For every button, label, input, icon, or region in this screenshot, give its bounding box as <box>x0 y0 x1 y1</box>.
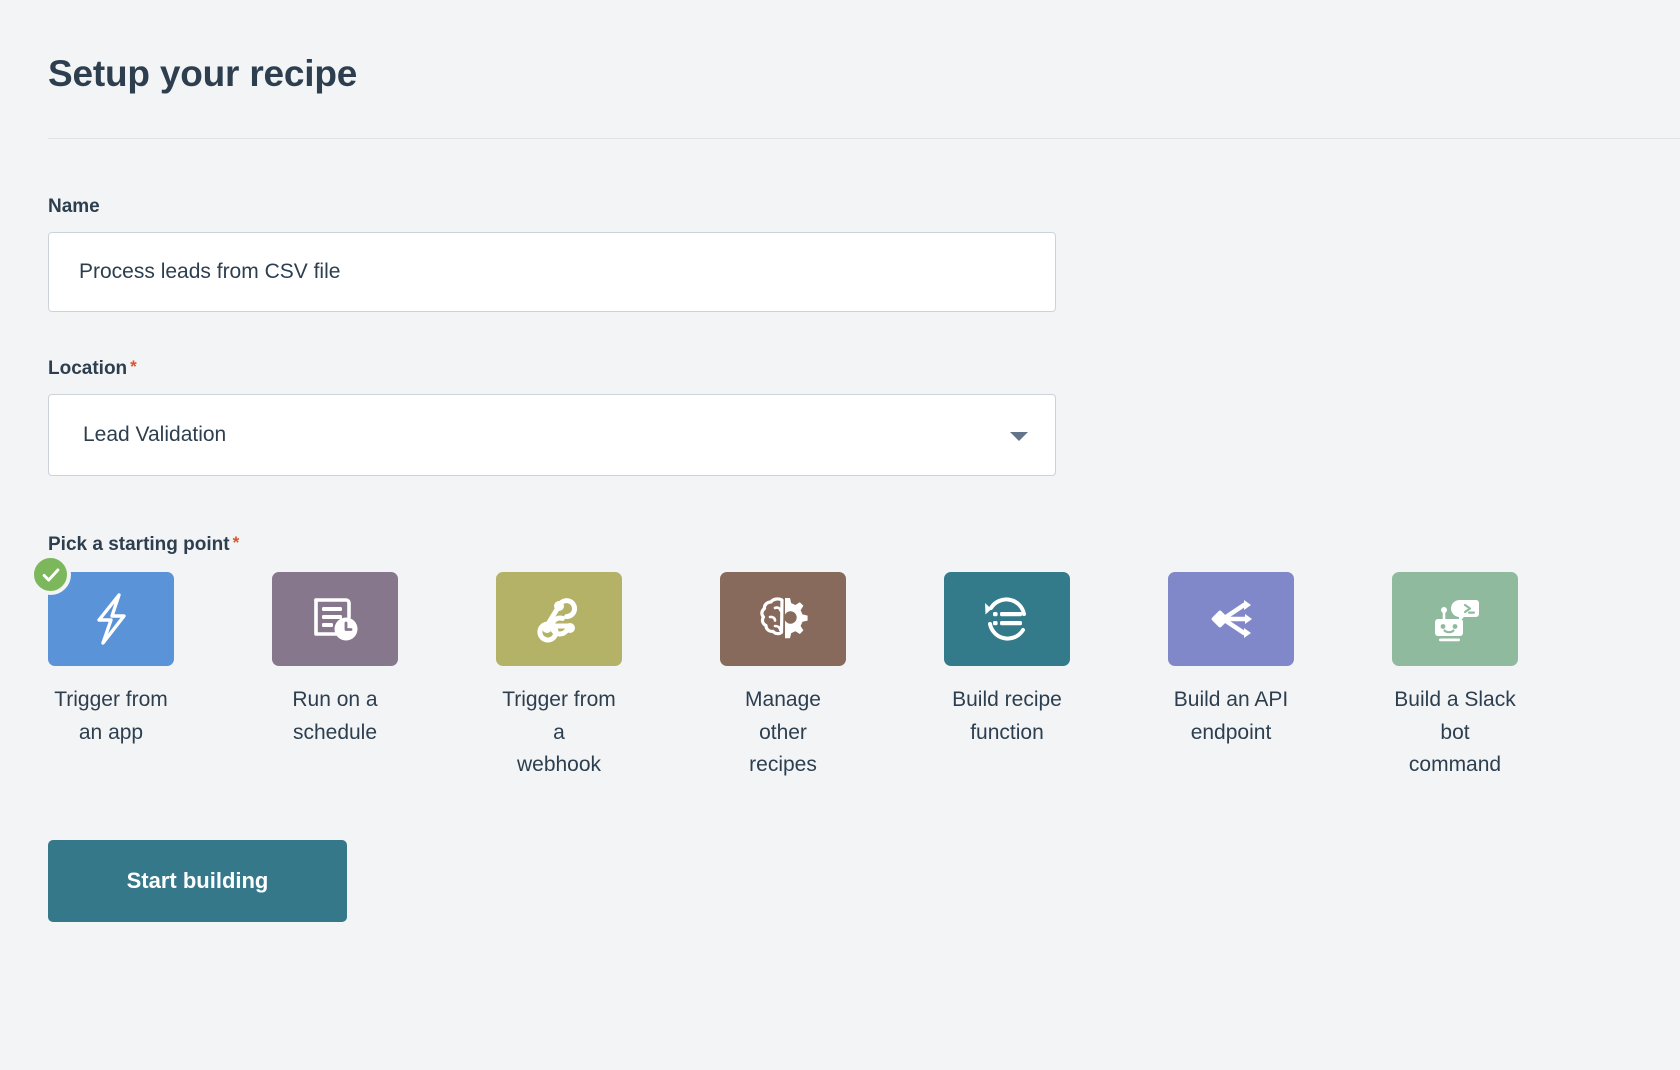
function-loop-icon <box>980 592 1034 646</box>
option-tile[interactable] <box>496 572 622 666</box>
starting-point-option-build-slack-bot-command[interactable]: Build a Slack bot command <box>1392 572 1518 782</box>
location-select-wrapper[interactable]: Lead Validation <box>48 394 1056 476</box>
starting-point-option-manage-other-recipes[interactable]: Manage other recipes <box>720 572 846 782</box>
webhook-icon <box>531 592 587 646</box>
option-tile[interactable] <box>944 572 1070 666</box>
option-tile[interactable] <box>720 572 846 666</box>
location-field-label: Location* <box>48 358 1632 378</box>
starting-point-option-trigger-from-webhook[interactable]: Trigger from a webhook <box>496 572 622 782</box>
chevron-down-icon[interactable] <box>1010 432 1028 441</box>
option-label: Build an API endpoint <box>1168 684 1294 749</box>
option-label-line1: Trigger from <box>48 684 174 717</box>
starting-point-option-trigger-from-app[interactable]: Trigger from an app <box>48 572 174 782</box>
starting-point-label: Pick a starting point* <box>48 534 1632 554</box>
recipe-name-input[interactable] <box>48 232 1056 312</box>
required-asterisk: * <box>233 533 240 552</box>
slack-bot-icon <box>1426 592 1484 646</box>
page-title: Setup your recipe <box>48 0 1632 96</box>
option-label: Manage other recipes <box>720 684 846 782</box>
option-label: Build a Slack bot command <box>1392 684 1518 782</box>
option-tile[interactable] <box>1168 572 1294 666</box>
required-asterisk: * <box>130 357 137 376</box>
document-clock-icon <box>308 592 362 646</box>
option-label: Trigger from a webhook <box>496 684 622 782</box>
option-label: Run on a schedule <box>272 684 398 749</box>
location-select[interactable]: Lead Validation <box>48 394 1056 476</box>
option-label-line1: Trigger from a <box>496 684 622 749</box>
option-label-line1: Run on a <box>272 684 398 717</box>
starting-point-group: Pick a starting point* Trigger from <box>48 534 1632 782</box>
option-label-line2: schedule <box>272 717 398 750</box>
brain-gear-icon <box>755 592 811 646</box>
name-field-label: Name <box>48 197 1632 216</box>
option-label-line1: Manage other <box>720 684 846 749</box>
name-field-group: Name <box>48 197 1632 312</box>
option-label-line2: bot command <box>1392 717 1518 782</box>
selected-check-icon <box>30 554 71 595</box>
starting-point-label-text: Pick a starting point <box>48 534 230 555</box>
starting-point-option-build-api-endpoint[interactable]: Build an API endpoint <box>1168 572 1294 782</box>
setup-recipe-page: Setup your recipe Name Location* Lead Va… <box>0 0 1680 1070</box>
option-label-line2: an app <box>48 717 174 750</box>
location-label-text: Location <box>48 358 127 379</box>
option-label: Trigger from an app <box>48 684 174 749</box>
start-building-button[interactable]: Start building <box>48 840 347 922</box>
option-label: Build recipe function <box>944 684 1070 749</box>
option-tile[interactable] <box>48 572 174 666</box>
api-node-icon <box>1204 592 1258 646</box>
option-label-line1: Build an API <box>1168 684 1294 717</box>
option-label-line2: webhook <box>496 749 622 782</box>
option-label-line2: function <box>944 717 1070 750</box>
option-tile[interactable] <box>1392 572 1518 666</box>
starting-point-options: Trigger from an app <box>48 572 1632 782</box>
option-label-line2: recipes <box>720 749 846 782</box>
location-field-group: Location* Lead Validation <box>48 358 1632 476</box>
option-label-line1: Build recipe <box>944 684 1070 717</box>
starting-point-option-build-recipe-function[interactable]: Build recipe function <box>944 572 1070 782</box>
starting-point-option-run-on-schedule[interactable]: Run on a schedule <box>272 572 398 782</box>
option-label-line2: endpoint <box>1168 717 1294 750</box>
option-tile[interactable] <box>272 572 398 666</box>
lightning-bolt-icon <box>86 592 136 646</box>
option-label-line1: Build a Slack <box>1392 684 1518 717</box>
